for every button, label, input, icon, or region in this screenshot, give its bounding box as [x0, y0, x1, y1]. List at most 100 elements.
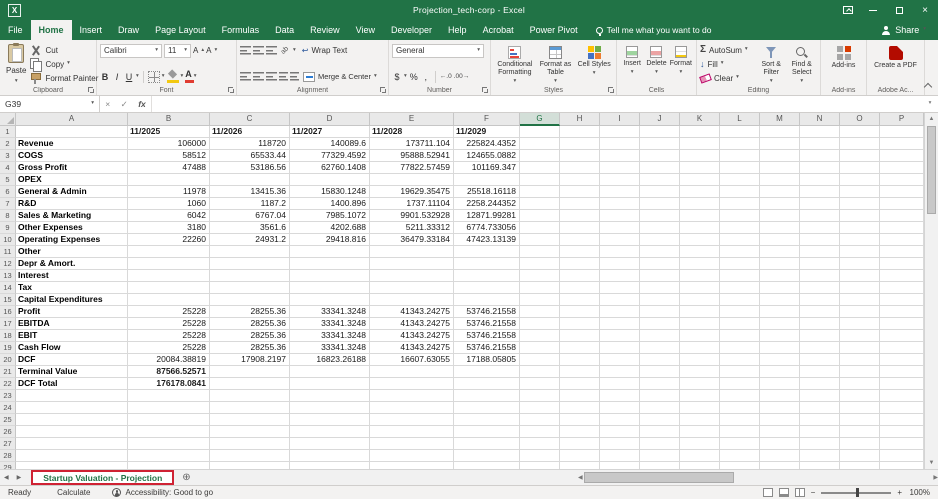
conditional-formatting-button[interactable]: Conditional Formatting ▾ [494, 43, 536, 85]
cell-O6[interactable] [840, 186, 880, 198]
dialog-launcher-icon[interactable] [88, 87, 94, 93]
cell-I10[interactable] [600, 234, 640, 246]
cell-H5[interactable] [560, 174, 600, 186]
cell-A16[interactable]: Profit [16, 306, 128, 318]
cell-J4[interactable] [640, 162, 680, 174]
row-header-14[interactable]: 14 [0, 282, 16, 294]
cell-M16[interactable] [760, 306, 800, 318]
cell-I25[interactable] [600, 414, 640, 426]
cell-H8[interactable] [560, 210, 600, 222]
column-header-O[interactable]: O [840, 113, 880, 126]
borders-button[interactable] [147, 70, 160, 83]
cell-C22[interactable] [210, 378, 290, 390]
cell-I15[interactable] [600, 294, 640, 306]
cell-D19[interactable]: 33341.3248 [290, 342, 370, 354]
cell-E2[interactable]: 173711.104 [370, 138, 454, 150]
cell-A25[interactable] [16, 414, 128, 426]
cell-I24[interactable] [600, 402, 640, 414]
cell-B20[interactable]: 20084.38819 [128, 354, 210, 366]
cell-L15[interactable] [720, 294, 760, 306]
fill-button[interactable]: ↓ Fill ▾ [700, 57, 756, 71]
fill-color-button[interactable] [166, 70, 179, 83]
cell-F17[interactable]: 53746.21558 [454, 318, 520, 330]
cell-O13[interactable] [840, 270, 880, 282]
cell-B24[interactable] [128, 402, 210, 414]
cell-B25[interactable] [128, 414, 210, 426]
cell-C6[interactable]: 13415.36 [210, 186, 290, 198]
cell-L22[interactable] [720, 378, 760, 390]
cell-B14[interactable] [128, 282, 210, 294]
cell-K16[interactable] [680, 306, 720, 318]
cell-H25[interactable] [560, 414, 600, 426]
cell-B26[interactable] [128, 426, 210, 438]
cell-I19[interactable] [600, 342, 640, 354]
cell-G9[interactable] [520, 222, 560, 234]
cell-I4[interactable] [600, 162, 640, 174]
ribbon-tab-page-layout[interactable]: Page Layout [147, 20, 214, 40]
cell-M19[interactable] [760, 342, 800, 354]
paste-button[interactable]: Paste ▾ [3, 43, 29, 85]
cell-P13[interactable] [880, 270, 924, 282]
comma-format-button[interactable]: , [421, 72, 431, 82]
cell-B2[interactable]: 106000 [128, 138, 210, 150]
cell-A27[interactable] [16, 438, 128, 450]
cell-M21[interactable] [760, 366, 800, 378]
number-format-select[interactable]: General ▾ [392, 43, 484, 58]
cell-G21[interactable] [520, 366, 560, 378]
cell-K1[interactable] [680, 126, 720, 138]
row-header-11[interactable]: 11 [0, 246, 16, 258]
cell-I13[interactable] [600, 270, 640, 282]
row-header-17[interactable]: 17 [0, 318, 16, 330]
page-layout-view-button[interactable] [778, 488, 789, 497]
cell-K24[interactable] [680, 402, 720, 414]
cell-O12[interactable] [840, 258, 880, 270]
create-pdf-button[interactable]: Create a PDF [873, 43, 919, 84]
cell-N3[interactable] [800, 150, 840, 162]
cell-P2[interactable] [880, 138, 924, 150]
cell-A5[interactable]: OPEX [16, 174, 128, 186]
cell-M4[interactable] [760, 162, 800, 174]
cell-I20[interactable] [600, 354, 640, 366]
cell-D12[interactable] [290, 258, 370, 270]
cell-E11[interactable] [370, 246, 454, 258]
scroll-up-icon[interactable]: ▲ [929, 113, 935, 125]
cell-F1[interactable]: 11/2029 [454, 126, 520, 138]
cell-D17[interactable]: 33341.3248 [290, 318, 370, 330]
cell-M18[interactable] [760, 330, 800, 342]
cell-H7[interactable] [560, 198, 600, 210]
row-header-13[interactable]: 13 [0, 270, 16, 282]
column-header-A[interactable]: A [16, 113, 128, 126]
cell-C20[interactable]: 17908.2197 [210, 354, 290, 366]
cell-K27[interactable] [680, 438, 720, 450]
cell-N1[interactable] [800, 126, 840, 138]
cell-A26[interactable] [16, 426, 128, 438]
cell-K13[interactable] [680, 270, 720, 282]
cell-F18[interactable]: 53746.21558 [454, 330, 520, 342]
cell-C1[interactable]: 11/2026 [210, 126, 290, 138]
percent-format-button[interactable]: % [409, 72, 419, 82]
horizontal-scrollbar[interactable]: ◀ ▶ [578, 470, 938, 485]
column-header-H[interactable]: H [560, 113, 600, 126]
cell-P28[interactable] [880, 450, 924, 462]
cell-K12[interactable] [680, 258, 720, 270]
cell-F22[interactable] [454, 378, 520, 390]
cell-H9[interactable] [560, 222, 600, 234]
cell-H20[interactable] [560, 354, 600, 366]
cell-C12[interactable] [210, 258, 290, 270]
enter-formula-button[interactable]: ✓ [121, 99, 128, 110]
cell-K20[interactable] [680, 354, 720, 366]
cell-G12[interactable] [520, 258, 560, 270]
cell-D3[interactable]: 77329.4592 [290, 150, 370, 162]
cell-G23[interactable] [520, 390, 560, 402]
cell-E13[interactable] [370, 270, 454, 282]
format-painter-button[interactable]: Format Painter [29, 71, 98, 85]
cell-N10[interactable] [800, 234, 840, 246]
cell-M1[interactable] [760, 126, 800, 138]
cell-N8[interactable] [800, 210, 840, 222]
cell-A13[interactable]: Interest [16, 270, 128, 282]
zoom-slider-thumb[interactable] [856, 488, 860, 497]
row-header-9[interactable]: 9 [0, 222, 16, 234]
cell-P10[interactable] [880, 234, 924, 246]
cell-J25[interactable] [640, 414, 680, 426]
cell-C29[interactable] [210, 462, 290, 469]
